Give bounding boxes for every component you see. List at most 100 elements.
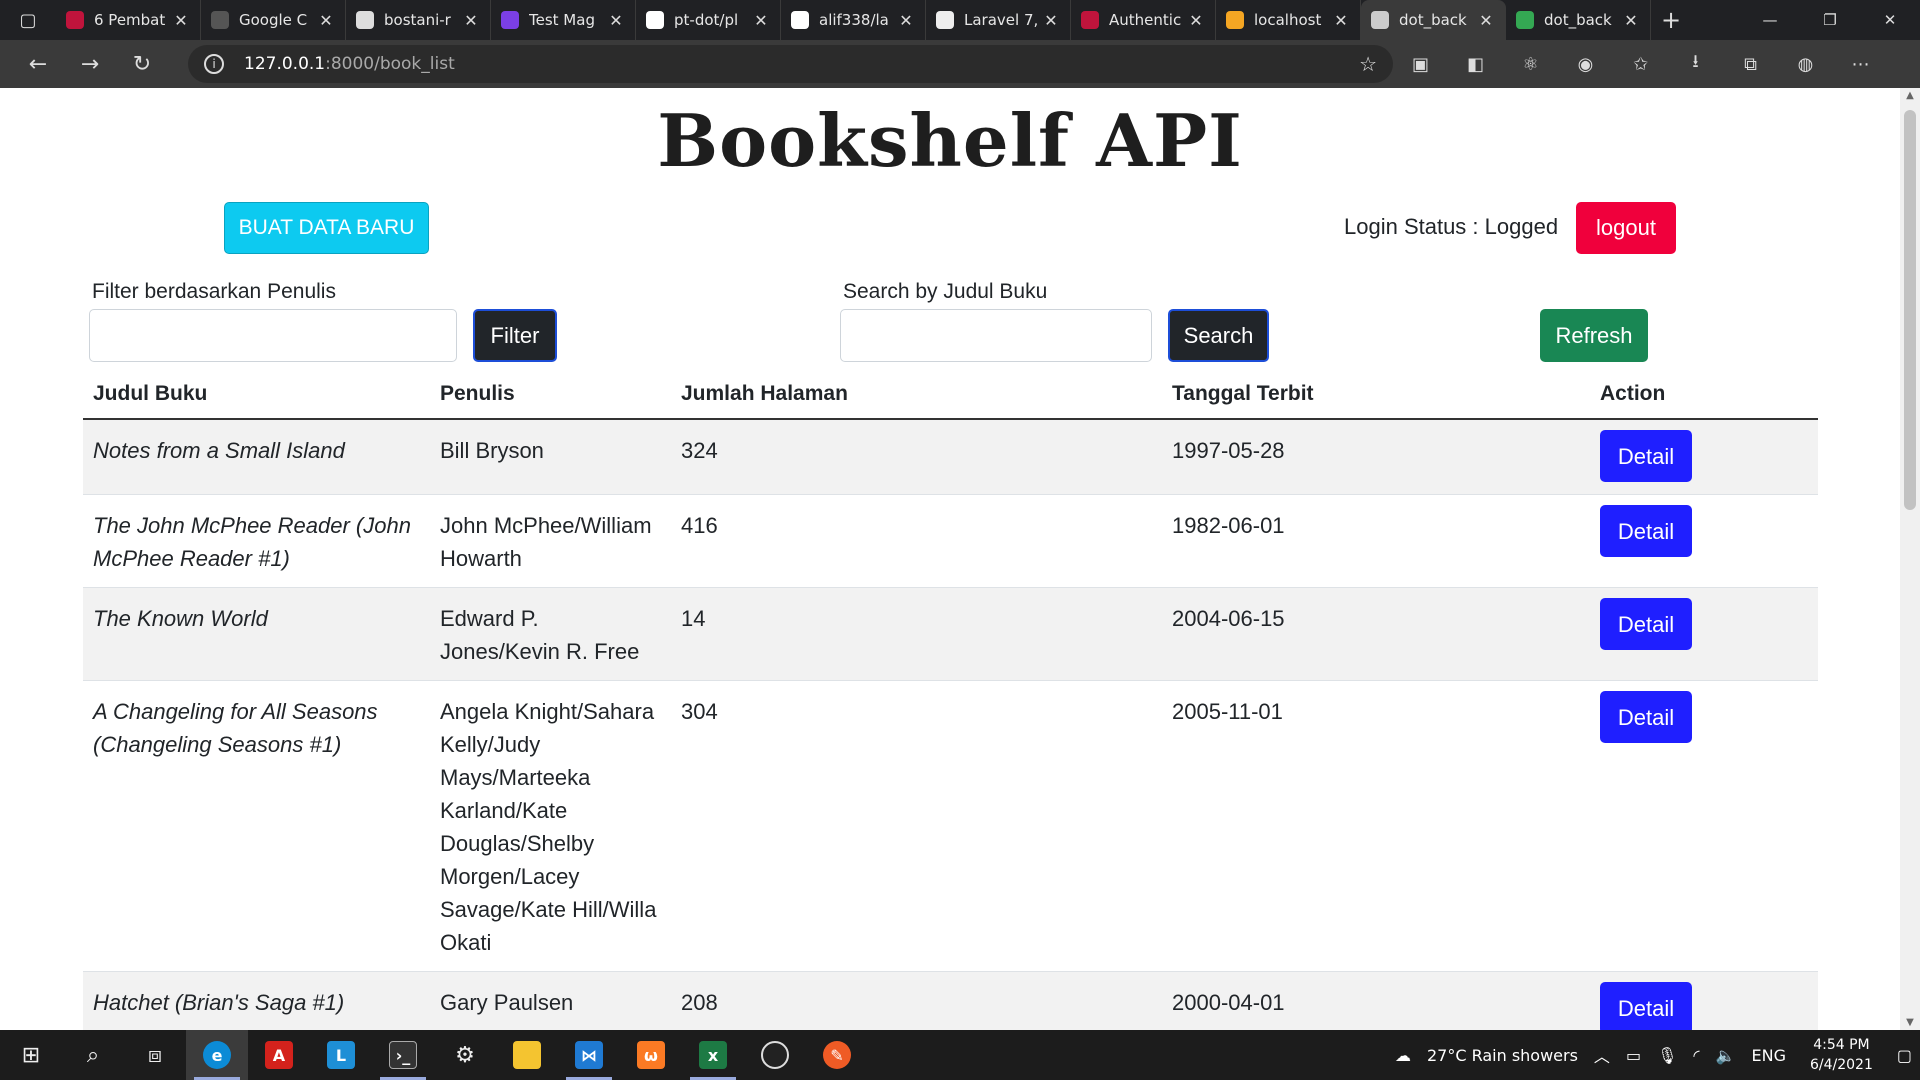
browser-tab[interactable]: pt-dot/pl ✕ [636, 0, 781, 40]
new-tab-button[interactable]: + [1651, 6, 1691, 34]
refresh-button[interactable]: Refresh [1540, 309, 1648, 362]
detail-button[interactable]: Detail [1600, 598, 1692, 650]
tab-label: dot_back [1544, 11, 1612, 29]
tab-favicon-icon [1226, 11, 1244, 29]
notification-icon[interactable]: ▢ [1897, 1046, 1912, 1065]
header-jumlah-halaman: Jumlah Halaman [671, 370, 1162, 420]
app-l-icon[interactable]: L [310, 1030, 372, 1080]
minimize-icon[interactable]: — [1740, 0, 1800, 40]
tab-close-icon[interactable]: ✕ [172, 11, 190, 30]
tab-favicon-icon [356, 11, 374, 29]
scrollbar-thumb[interactable] [1904, 110, 1916, 510]
collections-extension-icon[interactable]: ◧ [1448, 44, 1503, 84]
scroll-down-icon[interactable]: ▼ [1900, 1017, 1920, 1028]
tab-close-icon[interactable]: ✕ [317, 11, 335, 30]
tab-close-icon[interactable]: ✕ [1187, 11, 1205, 30]
browser-tab[interactable]: Test Mag ✕ [491, 0, 636, 40]
tab-close-icon[interactable]: ✕ [607, 11, 625, 30]
tab-label: Laravel 7, [964, 11, 1039, 29]
react-devtools-icon[interactable]: ⚛ [1503, 44, 1558, 84]
vscode-logo-icon: ⋈ [575, 1041, 603, 1069]
sync-extension-icon[interactable]: ◉ [1558, 44, 1613, 84]
profile-avatar[interactable]: ◍ [1778, 44, 1833, 84]
settings-gear-icon[interactable]: ⚙ [434, 1030, 496, 1080]
cell-tanggal: 2000-04-01 [1162, 971, 1590, 1030]
forward-button[interactable]: → [64, 44, 116, 84]
tab-close-icon[interactable]: ✕ [1332, 11, 1350, 30]
wifi-icon[interactable]: ◜ [1693, 1046, 1699, 1065]
detail-button[interactable]: Detail [1600, 982, 1692, 1030]
clock[interactable]: 4:54 PM 6/4/2021 [1810, 1035, 1873, 1075]
cell-halaman: 416 [671, 494, 1162, 588]
excel-icon[interactable]: x [682, 1030, 744, 1080]
browser-tab[interactable]: Authentic ✕ [1071, 0, 1216, 40]
microphone-icon[interactable]: 🎙 [1657, 1046, 1677, 1065]
detail-button[interactable]: Detail [1600, 505, 1692, 557]
create-new-data-button[interactable]: BUAT DATA BARU [224, 202, 429, 254]
logout-button[interactable]: logout [1576, 202, 1676, 254]
search-button[interactable]: Search [1168, 309, 1269, 362]
tab-label: Google C [239, 11, 308, 29]
close-window-icon[interactable]: ✕ [1860, 0, 1920, 40]
volume-icon[interactable]: 🔈 [1716, 1046, 1736, 1065]
obs-icon[interactable] [744, 1030, 806, 1080]
tab-close-icon[interactable]: ✕ [752, 11, 770, 30]
file-explorer-icon[interactable] [496, 1030, 558, 1080]
search-title-input[interactable] [840, 309, 1152, 362]
detail-button[interactable]: Detail [1600, 430, 1692, 482]
postman-icon[interactable]: ✎ [806, 1030, 868, 1080]
site-info-icon[interactable]: i [204, 54, 224, 74]
restore-icon[interactable]: ❐ [1800, 0, 1860, 40]
tab-close-icon[interactable]: ✕ [462, 11, 480, 30]
acrobat-icon[interactable]: A [248, 1030, 310, 1080]
tab-close-icon[interactable]: ✕ [897, 11, 915, 30]
weather-icon[interactable]: ☁ [1395, 1046, 1411, 1065]
tab-close-icon[interactable]: ✕ [1042, 11, 1060, 30]
downloads-icon[interactable]: ⭳ [1668, 44, 1723, 84]
address-bar[interactable]: i 127.0.0.1:8000/book_list ☆ [188, 45, 1393, 83]
browser-tab[interactable]: dot_back ✕ [1361, 0, 1506, 40]
filter-author-input[interactable] [89, 309, 457, 362]
extension-icon[interactable]: ▣ [1393, 44, 1448, 84]
reload-button[interactable]: ↻ [116, 44, 168, 84]
acrobat-logo-icon: A [265, 1041, 293, 1069]
language-indicator[interactable]: ENG [1752, 1046, 1786, 1065]
browser-tab[interactable]: localhost ✕ [1216, 0, 1361, 40]
tray-overflow-icon[interactable]: ︿ [1594, 1043, 1610, 1067]
tab-close-icon[interactable]: ✕ [1622, 11, 1640, 30]
back-button[interactable]: ← [12, 44, 64, 84]
terminal-icon[interactable]: ›_ [372, 1030, 434, 1080]
favorites-icon[interactable]: ✩ [1613, 44, 1668, 84]
table-header-row: Judul Buku Penulis Jumlah Halaman Tangga… [83, 370, 1818, 420]
tab-favicon-icon [66, 11, 84, 29]
battery-icon[interactable]: ▭ [1626, 1046, 1641, 1065]
filter-button[interactable]: Filter [473, 309, 557, 362]
add-favorite-icon[interactable]: ☆ [1359, 52, 1377, 76]
weather-text[interactable]: 27°C Rain showers [1427, 1046, 1578, 1065]
tab-label: 6 Pembat [94, 11, 166, 29]
tab-favicon-icon [501, 11, 519, 29]
task-view-icon[interactable]: ⧈ [124, 1030, 186, 1080]
collections-icon[interactable]: ⧉ [1723, 44, 1778, 84]
browser-tab[interactable]: 6 Pembat ✕ [56, 0, 201, 40]
vscode-icon[interactable]: ⋈ [558, 1030, 620, 1080]
tab-label: Authentic [1109, 11, 1182, 29]
cell-tanggal: 2004-06-15 [1162, 587, 1590, 681]
detail-button[interactable]: Detail [1600, 691, 1692, 743]
windows-start-icon[interactable]: ⊞ [0, 1030, 62, 1080]
header-judul-buku: Judul Buku [83, 370, 430, 420]
browser-tab[interactable]: dot_back ✕ [1506, 0, 1651, 40]
settings-more-icon[interactable]: ⋯ [1833, 44, 1888, 84]
browser-tab[interactable]: alif338/la ✕ [781, 0, 926, 40]
tab-close-icon[interactable]: ✕ [1477, 11, 1495, 30]
page-scrollbar[interactable]: ▲ ▼ [1900, 88, 1920, 1030]
browser-tab[interactable]: bostani-r ✕ [346, 0, 491, 40]
scroll-up-icon[interactable]: ▲ [1900, 90, 1920, 101]
tab-actions-icon[interactable]: ▢ [0, 0, 56, 40]
edge-browser-icon[interactable]: e [186, 1030, 248, 1080]
windows-taskbar: ⊞ ⌕ ⧈ e A L ›_ ⚙ ⋈ ω x ✎ ☁ 27°C Rain sho… [0, 1030, 1920, 1080]
browser-tab[interactable]: Google C ✕ [201, 0, 346, 40]
search-icon[interactable]: ⌕ [62, 1030, 124, 1080]
browser-tab[interactable]: Laravel 7, ✕ [926, 0, 1071, 40]
xampp-icon[interactable]: ω [620, 1030, 682, 1080]
